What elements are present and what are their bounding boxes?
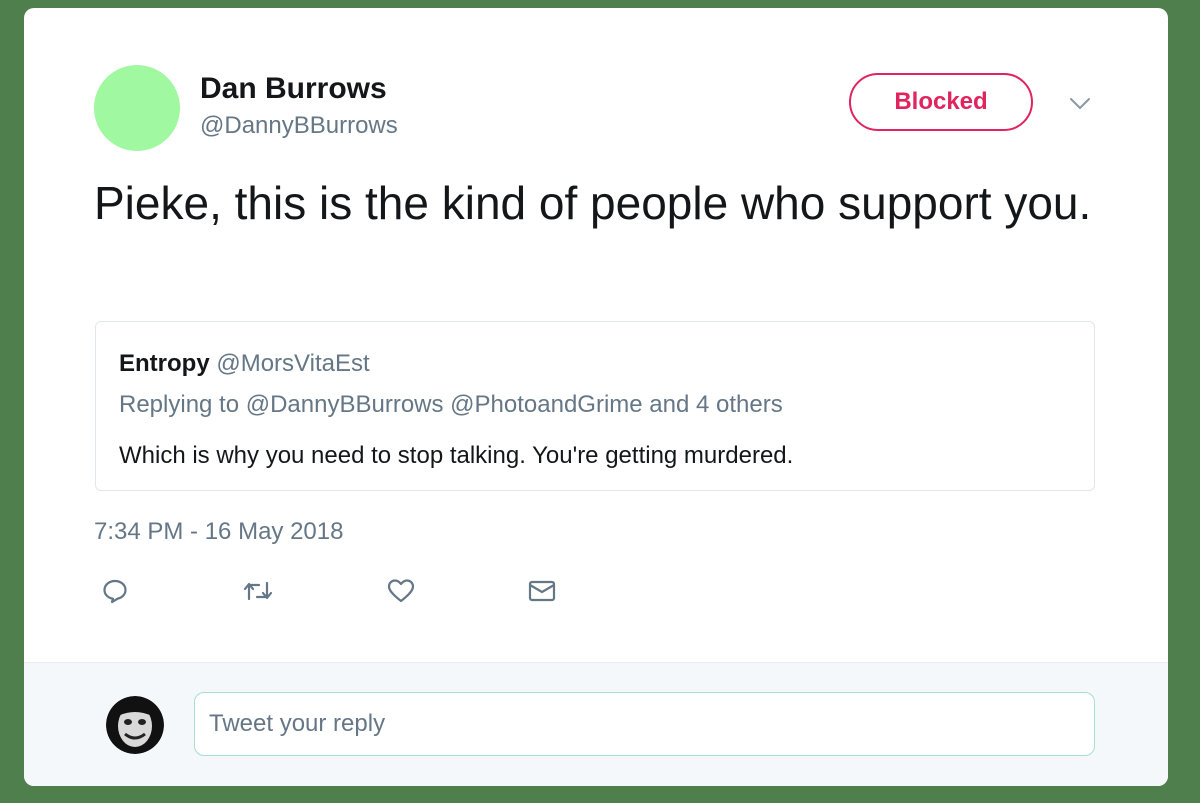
- quoted-text: Which is why you need to stop talking. Y…: [119, 442, 794, 469]
- reply-bar: [24, 662, 1168, 786]
- quoted-replying-to: Replying to @DannyBBurrows @PhotoandGrim…: [119, 391, 783, 418]
- reply-button[interactable]: [97, 575, 133, 611]
- like-button[interactable]: [383, 575, 419, 611]
- quoted-tweet[interactable]: Entropy @MorsVitaEst Replying to @DannyB…: [95, 321, 1095, 491]
- direct-message-button[interactable]: [524, 575, 560, 611]
- quoted-author: Entropy @MorsVitaEst: [119, 350, 370, 378]
- tweet-text: Pieke, this is the kind of people who su…: [94, 177, 1092, 229]
- author-avatar[interactable]: [94, 65, 180, 151]
- tweet-timestamp[interactable]: 7:34 PM - 16 May 2018: [94, 518, 343, 546]
- blocked-button[interactable]: Blocked: [849, 73, 1033, 131]
- retweet-icon: [243, 577, 273, 610]
- author-name[interactable]: Dan Burrows: [200, 72, 387, 106]
- quoted-author-name: Entropy: [119, 350, 210, 377]
- tweet-card: Dan Burrows @DannyBBurrows Blocked Pieke…: [24, 8, 1168, 786]
- chevron-down-icon[interactable]: [1069, 96, 1091, 112]
- envelope-icon: [527, 577, 557, 610]
- user-avatar[interactable]: [106, 696, 164, 754]
- reply-input[interactable]: [194, 692, 1095, 756]
- retweet-button[interactable]: [240, 575, 276, 611]
- reply-icon: [101, 577, 129, 610]
- quoted-author-handle: @MorsVitaEst: [216, 350, 370, 377]
- heart-icon: [386, 577, 416, 610]
- author-handle[interactable]: @DannyBBurrows: [200, 112, 398, 140]
